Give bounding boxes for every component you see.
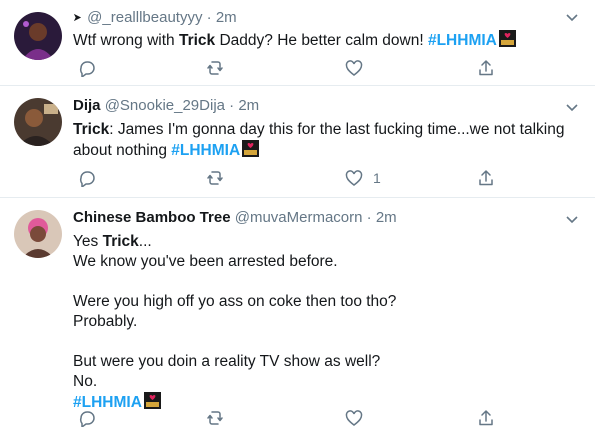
lhh-emoji-icon	[242, 140, 260, 157]
retweet-icon	[207, 411, 223, 425]
hashtag-link[interactable]: #LHHMIA	[428, 32, 497, 49]
reply-button[interactable]	[77, 408, 95, 428]
tweet-actions	[73, 58, 513, 78]
tweet-text-line: about nothing #LHHMIA	[73, 140, 578, 161]
tweet-time[interactable]: 2m	[376, 209, 397, 226]
text-segment: Daddy? He better calm down!	[215, 32, 428, 49]
tweet-text-line: No.	[73, 372, 578, 392]
hashtag-link[interactable]: #LHHMIA	[171, 142, 240, 159]
avatar[interactable]	[14, 210, 62, 258]
retweet-button[interactable]	[206, 168, 224, 188]
lhh-emoji-icon	[143, 392, 161, 409]
display-name[interactable]: Chinese Bamboo Tree	[73, 209, 231, 226]
tweet-text-line: Yes Trick...	[73, 232, 578, 252]
chevron-down-icon[interactable]	[565, 212, 579, 226]
retweet-button[interactable]	[206, 58, 224, 78]
avatar[interactable]	[14, 98, 62, 146]
text-segment: Probably.	[73, 313, 138, 330]
heart-icon	[345, 60, 363, 76]
retweet-icon	[207, 171, 223, 185]
like-count: 1	[373, 170, 381, 186]
share-button[interactable]	[477, 408, 495, 428]
tweet[interactable]: @_realllbeautyyy · 2m Wtf wrong with Tri…	[0, 0, 595, 86]
tweet-actions	[73, 408, 513, 428]
share-button[interactable]	[477, 168, 495, 188]
reply-icon	[79, 411, 95, 427]
separator-dot: ·	[366, 209, 376, 226]
retweet-icon	[207, 61, 223, 75]
tweet-text-line: Trick: James I'm gonna day this for the …	[73, 120, 578, 140]
share-icon	[479, 60, 493, 76]
chevron-down-icon[interactable]	[565, 10, 579, 24]
like-button[interactable]: 1	[345, 168, 381, 188]
heart-icon	[345, 170, 363, 186]
tweet-text-line: But were you doin a reality TV show as w…	[73, 352, 578, 372]
tweet-text-line: Wtf wrong with Trick Daddy? He better ca…	[73, 30, 578, 51]
user-handle[interactable]: @_realllbeautyyy	[87, 9, 202, 26]
reply-icon	[79, 61, 95, 77]
text-segment: No.	[73, 373, 98, 390]
tweet-actions: 1	[73, 168, 513, 188]
like-button[interactable]	[345, 58, 363, 78]
reply-icon	[79, 171, 95, 187]
text-segment: Were you high off yo ass on coke then to…	[73, 293, 397, 310]
text-segment: But were you doin a reality TV show as w…	[73, 353, 381, 370]
display-name[interactable]: Dija	[73, 97, 101, 114]
text-segment: : James I'm gonna day this for the last …	[109, 121, 565, 138]
tweet-text-line: Probably.	[73, 312, 578, 332]
share-button[interactable]	[477, 58, 495, 78]
tweet-time[interactable]: 2m	[216, 9, 237, 26]
tweet-prefix-icon	[73, 8, 83, 28]
text-segment: We know you've been arrested before.	[73, 253, 338, 270]
highlighted-keyword: Trick	[73, 121, 110, 138]
separator-dot: ·	[229, 97, 239, 114]
text-segment: ...	[138, 233, 152, 250]
heart-icon	[345, 410, 363, 426]
user-handle[interactable]: @Snookie_29Dija	[105, 97, 225, 114]
retweet-button[interactable]	[206, 408, 224, 428]
tweet-text: Trick: James I'm gonna day this for the …	[73, 120, 578, 161]
tweet-text-line: We know you've been arrested before.	[73, 252, 578, 272]
highlighted-keyword: Trick	[178, 32, 216, 49]
tweet-text: Wtf wrong with Trick Daddy? He better ca…	[73, 30, 578, 51]
separator-dot: ·	[206, 9, 216, 26]
lhh-emoji-icon	[498, 30, 516, 47]
reply-button[interactable]	[77, 58, 95, 78]
like-button[interactable]	[345, 408, 363, 428]
avatar[interactable]	[14, 12, 62, 60]
text-segment: Yes	[73, 233, 103, 250]
tweet-text: Yes Trick... We know you've been arrested…	[73, 232, 578, 413]
tweet-time[interactable]: 2m	[238, 97, 259, 114]
reply-button[interactable]	[77, 168, 95, 188]
chevron-down-icon[interactable]	[565, 100, 579, 114]
share-icon	[479, 170, 493, 186]
user-handle[interactable]: @muvaMermacorn	[235, 209, 363, 226]
tweet[interactable]: Dija @Snookie_29Dija · 2m Trick: James I…	[0, 86, 595, 198]
text-segment: about nothing	[73, 142, 172, 159]
share-icon	[479, 410, 493, 426]
tweet-text-line: Were you high off yo ass on coke then to…	[73, 292, 578, 312]
tweet[interactable]: Chinese Bamboo Tree @muvaMermacorn · 2m …	[0, 198, 595, 434]
text-segment: Wtf wrong with	[73, 32, 179, 49]
highlighted-keyword: Trick	[102, 233, 139, 250]
